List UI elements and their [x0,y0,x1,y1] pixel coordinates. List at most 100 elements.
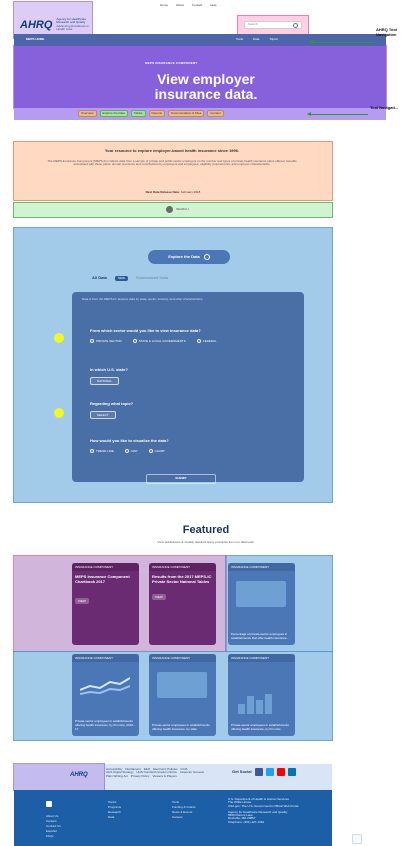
question-1: From which sector would you like to view… [90,328,290,344]
q1-option-1[interactable]: PRIVATE SECTOR [90,339,122,343]
footer-col1-1[interactable]: About Us [46,814,82,818]
tool-nav-item-6[interactable]: Contact [207,110,224,118]
tool-nav-item-3[interactable]: Tables [130,110,146,118]
annotation-dot-1 [54,333,64,343]
youtube-icon[interactable] [276,768,285,776]
question-4-title: How would you like to visualize the data… [90,438,169,443]
featured-card-1[interactable]: INSURANCE COMPONENT MEPS Insurance Compo… [72,563,139,645]
tab-all-data-badge: NEW [114,276,128,282]
footer-col2-1[interactable]: Topics [108,800,152,804]
top-link-1[interactable]: Home [160,3,168,7]
footer-col2-4[interactable]: Data [108,815,152,819]
search-bar-center[interactable]: SEARCH [166,206,189,213]
intro-title: Your resource to explore employer-based … [104,148,240,153]
tab-all-data[interactable]: All Data [92,275,107,281]
featured-card-1-header: INSURANCE COMPONENT [72,563,139,571]
annotation-tool-arrow [307,112,311,116]
topic-select[interactable]: SELECT [90,411,116,419]
featured-card-6-header: INSURANCE COMPONENT [228,654,295,662]
scroll-to-top-icon[interactable] [352,834,362,844]
annotation-top-line [310,42,374,43]
top-link-2[interactable]: About [176,3,184,7]
radio-icon [90,339,94,343]
footer-col1-4[interactable]: Español [46,829,82,833]
radio-icon [124,449,129,453]
question-3-title: Regarding what topic? [90,401,134,406]
submit-button[interactable]: SUBMIT [146,474,216,484]
top-link-3[interactable]: Contact [192,3,202,7]
featured-card-5-header: INSURANCE COMPONENT [149,654,216,662]
facebook-icon[interactable] [254,768,263,776]
linkedin-icon[interactable] [287,768,296,776]
footer-agency: U.S. Department of Health & Human Servic… [228,797,324,824]
featured-card-3-body: Percentage of private-sector employees i… [228,629,295,643]
state-select[interactable]: NATIONAL [90,377,119,385]
featured-card-4[interactable]: INSURANCE COMPONENT Private-sector emplo… [72,654,139,736]
footer-col1-2[interactable]: Careers [46,819,82,823]
tool-nav-item-2[interactable]: Explore the Data [99,110,128,118]
q1-option-2[interactable]: STATE & LOCAL GOVERNMENTS [132,339,186,343]
tool-nav-item-4[interactable]: Reports [148,110,166,118]
footer-logo[interactable]: AHRQ [70,772,88,778]
footer-link-privacy[interactable]: Privacy Policy [131,774,150,778]
featured-card-5[interactable]: INSURANCE COMPONENT Private-sector emplo… [149,654,216,736]
nav-item-2[interactable]: Data [253,37,259,41]
tab-summarized-data[interactable]: Summarized Data [136,275,168,281]
nav-home[interactable]: MEPS HOME [26,37,44,41]
q1-option-2-label: STATE & LOCAL GOVERNMENTS [138,339,186,343]
top-nav-bar [14,34,386,46]
tool-nav-item-1[interactable]: Overview [78,110,97,118]
footer-col2-2[interactable]: Programs [108,805,152,809]
footer-link-viewers[interactable]: Viewers & Players [152,774,176,778]
featured-title: Featured [182,524,230,536]
q1-option-3[interactable]: FEDERAL [196,339,217,343]
footer-col3-2[interactable]: Funding & Grants [172,805,220,809]
intro-body: The MEPS Insurance Component (MEPS-IC) c… [47,159,297,167]
featured-card-3-header: INSURANCE COMPONENT [228,563,295,571]
featured-card-3[interactable]: INSURANCE COMPONENT Percentage of privat… [228,563,295,645]
featured-card-2-title: Results from the 2017 MEPS-IC Private Se… [152,574,212,584]
footer-link-inspector-general[interactable]: Inspector General [180,770,204,774]
nav-item-1[interactable]: Tools [236,37,243,41]
footer-col3-1[interactable]: Tools [172,800,220,804]
bar-2 [247,696,254,714]
hero-title-line-2: insurance data. [154,85,258,102]
footer-col1-5[interactable]: FAQs [46,834,82,838]
q4-option-1[interactable]: TREND LINE [90,449,114,453]
hero-title-line-1: View employer [157,71,255,87]
explore-button[interactable]: Explore the Data [148,250,230,264]
footer-col-1: About Us Careers Contact Us Español FAQs [46,796,82,839]
featured-card-1-title: MEPS Insurance Component Chartbook 2017 [75,574,130,584]
question-1-title: From which sector would you like to view… [90,328,201,333]
ahrq-logo[interactable]: AHRQ Agency for Healthcare Research and … [20,17,90,32]
footer-col3-3[interactable]: News & Events [172,810,220,814]
hero-badge: MEPS INSURANCE COMPONENT [145,61,198,65]
q4-option-3[interactable]: CHART [148,449,165,453]
explore-button-label: Explore the Data [168,253,200,259]
tool-nav-item-5[interactable]: Documentation & Files [168,110,205,118]
q4-option-2[interactable]: MAP [124,449,137,453]
footer-address-line-4: Telephone: (301) 427-1364 [228,819,265,824]
question-4-options: TREND LINE MAP CHART [90,449,290,454]
ahrq-logo-text: AHRQ [20,18,53,31]
footer-col2-3[interactable]: Research [108,810,152,814]
footer-link-plain-writing[interactable]: Plain Writing Act [106,774,128,778]
radio-icon [132,339,137,343]
nav-item-3[interactable]: Topics [269,37,278,41]
question-3: Regarding what topic? SELECT [90,401,290,419]
twitter-icon[interactable] [265,768,274,776]
us-map-2-icon [157,672,207,698]
featured-card-6-body: Private-sector employees in establishmen… [228,720,295,734]
top-link-4[interactable]: Help [210,3,216,7]
site-search[interactable]: Search [244,21,302,29]
featured-card-2-cta[interactable]: VIEW [152,594,166,600]
featured-card-6[interactable]: INSURANCE COMPONENT Private-sector emplo… [228,654,295,736]
footer-col3-4[interactable]: Careers [172,815,220,819]
featured-card-1-cta[interactable]: VIEW [75,598,89,604]
bar-4 [265,694,272,714]
featured-card-4-header: INSURANCE COMPONENT [72,654,139,662]
featured-card-2[interactable]: INSURANCE COMPONENT Results from the 201… [149,563,216,645]
footer-col1-3[interactable]: Contact Us [46,824,82,828]
explore-note: Data is from the MEPS-IC. Explore data b… [82,297,204,301]
question-2-select-wrap: NATIONAL [90,377,290,385]
